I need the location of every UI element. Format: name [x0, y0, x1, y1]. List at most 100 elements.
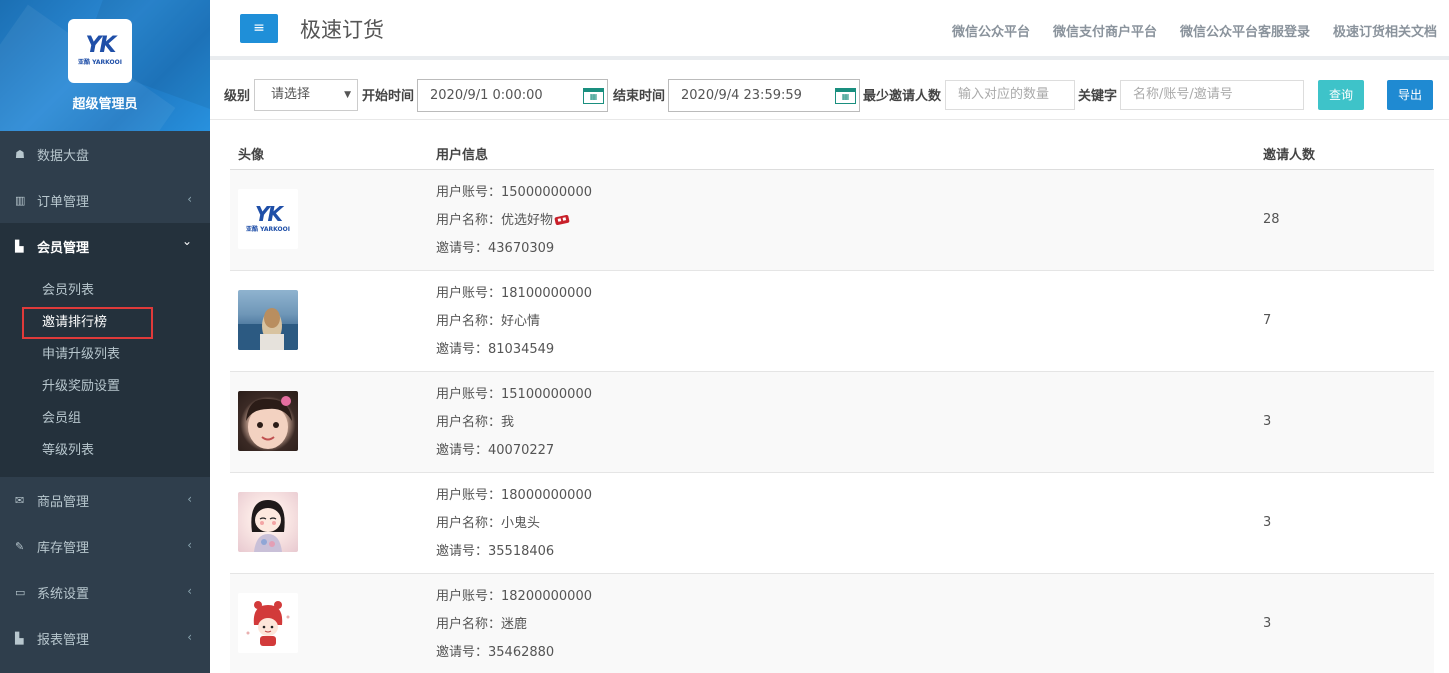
brand-logo: YK 亚酷 YARKOOI — [68, 19, 132, 83]
invite-count: 28 — [1263, 212, 1280, 227]
sidebar-item-dashboard[interactable]: ☗ 数据大盘 — [0, 131, 210, 177]
min-invites-input[interactable]: 输入对应的数量 — [945, 80, 1075, 110]
name-prefix: 用户名称： — [436, 314, 502, 329]
logo-subtext: 亚酷 YARKOOI — [246, 226, 290, 233]
code-value: 43670309 — [488, 241, 555, 256]
header-user-info: 用户信息 — [436, 148, 489, 163]
account-line: 用户账号：18200000000 — [436, 583, 592, 611]
logo-subtext: 亚酷 YARKOOI — [78, 59, 122, 66]
name-line: 用户名称：好心情 — [436, 308, 592, 336]
envelope-icon: ✉ — [15, 493, 25, 507]
code-value: 35462880 — [488, 645, 555, 660]
query-button[interactable]: 查询 — [1318, 80, 1364, 110]
table-header: 头像 用户信息 邀请人数 — [230, 136, 1434, 170]
chevron-left-icon: ‹ — [187, 492, 192, 506]
sidebar-item-reports[interactable]: ▙ 报表管理 ‹ — [0, 615, 210, 661]
keyword-placeholder: 名称/账号/邀请号 — [1133, 87, 1233, 102]
account-prefix: 用户账号： — [436, 589, 502, 604]
name-value: 好心情 — [501, 314, 541, 329]
sidebar-item-orders[interactable]: ▥ 订单管理 ‹ — [0, 177, 210, 223]
table-row: YK 亚酷 YARKOOI 用户账号：15000000000 用户名称：优选好物… — [230, 170, 1434, 271]
sidebar-item-settings[interactable]: ▭ 系统设置 ‹ — [0, 569, 210, 615]
name-line: 用户名称：迷鹿 — [436, 611, 592, 639]
account-prefix: 用户账号： — [436, 488, 502, 503]
sidebar-item-label: 库存管理 — [37, 540, 90, 556]
table-row: 用户账号：15100000000 用户名称：我 邀请号：40070227 3 — [230, 372, 1434, 473]
submenu-member-groups[interactable]: 会员组 — [0, 403, 210, 435]
link-docs[interactable]: 极速订货相关文档 — [1333, 21, 1437, 40]
name-prefix: 用户名称： — [436, 617, 502, 632]
sidebar-item-label: 报表管理 — [37, 632, 90, 648]
link-wechat-support[interactable]: 微信公众平台客服登录 — [1180, 21, 1310, 40]
submenu-level-list[interactable]: 等级列表 — [0, 435, 210, 467]
name-prefix: 用户名称： — [436, 213, 502, 228]
home-icon: ☗ — [15, 147, 25, 161]
account-line: 用户账号：15000000000 — [436, 179, 592, 207]
name-value: 我 — [501, 415, 515, 430]
top-header: ≡ 极速订货 微信公众平台 微信支付商户平台 微信公众平台客服登录 极速订货相关… — [210, 0, 1449, 60]
sidebar-item-label: 系统设置 — [37, 586, 90, 602]
code-prefix: 邀请号： — [436, 342, 489, 357]
name-value: 优选好物 — [501, 213, 554, 228]
name-line: 用户名称：优选好物 — [436, 207, 592, 235]
highlight-box — [22, 307, 153, 339]
end-time-input[interactable]: 2020/9/4 23:59:59 ▦ — [668, 79, 860, 112]
user-info: 用户账号：18200000000 用户名称：迷鹿 邀请号：35462880 — [436, 583, 592, 667]
account-value: 18200000000 — [501, 589, 592, 604]
calendar-icon[interactable]: ▦ — [835, 88, 856, 104]
end-time-value: 2020/9/4 23:59:59 — [681, 88, 802, 103]
chevron-left-icon: ‹ — [187, 538, 192, 552]
level-select[interactable]: 请选择 ▼ — [254, 79, 358, 111]
code-line: 邀请号：81034549 — [436, 336, 592, 364]
name-value: 小鬼头 — [501, 516, 541, 531]
monitor-icon: ▭ — [15, 585, 26, 599]
submenu-invite-ranking[interactable]: 邀请排行榜 — [0, 307, 210, 339]
page-title: 极速订货 — [300, 18, 384, 42]
sidebar-item-label: 会员管理 — [37, 240, 90, 256]
name-value: 迷鹿 — [501, 617, 528, 632]
calendar-icon[interactable]: ▦ — [583, 88, 604, 104]
avatar-cartoon-icon — [251, 500, 285, 552]
submenu-member-list[interactable]: 会员列表 — [0, 275, 210, 307]
edit-icon: ✎ — [15, 539, 25, 553]
filter-bar: 级别 请选择 ▼ 开始时间 2020/9/1 0:00:00 ▦ 结束时间 20… — [210, 64, 1449, 120]
name-prefix: 用户名称： — [436, 516, 502, 531]
link-wechat-pay[interactable]: 微信支付商户平台 — [1053, 21, 1157, 40]
link-wechat-platform[interactable]: 微信公众平台 — [952, 21, 1030, 40]
code-line: 邀请号：35462880 — [436, 639, 592, 667]
sidebar-item-products[interactable]: ✉ 商品管理 ‹ — [0, 477, 210, 523]
gift-emoji-icon — [554, 215, 570, 225]
code-prefix: 邀请号： — [436, 645, 489, 660]
account-value: 18100000000 — [501, 286, 592, 301]
code-line: 邀请号：43670309 — [436, 235, 592, 263]
sidebar-item-members[interactable]: ▙ 会员管理 ⌄ — [0, 223, 210, 269]
submenu-upgrade-rewards[interactable]: 升级奖励设置 — [0, 371, 210, 403]
sidebar: YK 亚酷 YARKOOI 超级管理员 ☗ 数据大盘 ▥ 订单管理 ‹ ▙ 会员… — [0, 0, 210, 673]
invite-count: 3 — [1263, 616, 1272, 631]
min-invites-placeholder: 输入对应的数量 — [958, 87, 1050, 102]
user-info: 用户账号：15100000000 用户名称：我 邀请号：40070227 — [436, 381, 592, 465]
start-time-input[interactable]: 2020/9/1 0:00:00 ▦ — [417, 79, 608, 112]
keyword-input[interactable]: 名称/账号/邀请号 — [1120, 80, 1304, 110]
members-submenu: 会员列表 邀请排行榜 申请升级列表 升级奖励设置 会员组 等级列表 — [0, 269, 210, 477]
min-invites-label: 最少邀请人数 — [863, 89, 942, 104]
export-button[interactable]: 导出 — [1387, 80, 1433, 110]
name-line: 用户名称：我 — [436, 409, 592, 437]
header-avatar: 头像 — [238, 148, 265, 163]
code-value: 35518406 — [488, 544, 555, 559]
chevron-left-icon: ‹ — [187, 192, 192, 206]
avatar — [238, 593, 298, 653]
ranking-table: 头像 用户信息 邀请人数 YK 亚酷 YARKOOI 用户账号：15000000… — [230, 136, 1434, 673]
avatar — [238, 492, 298, 552]
account-prefix: 用户账号： — [436, 185, 502, 200]
invite-count: 7 — [1263, 313, 1272, 328]
menu-toggle-button[interactable]: ≡ — [240, 14, 278, 43]
user-role-title: 超级管理员 — [72, 97, 138, 112]
code-prefix: 邀请号： — [436, 544, 489, 559]
sidebar-item-inventory[interactable]: ✎ 库存管理 ‹ — [0, 523, 210, 569]
user-info: 用户账号：18000000000 用户名称：小鬼头 邀请号：35518406 — [436, 482, 592, 566]
start-time-value: 2020/9/1 0:00:00 — [430, 88, 543, 103]
submenu-upgrade-requests[interactable]: 申请升级列表 — [0, 339, 210, 371]
account-value: 15000000000 — [501, 185, 592, 200]
table-row: 用户账号：18200000000 用户名称：迷鹿 邀请号：35462880 3 — [230, 574, 1434, 673]
